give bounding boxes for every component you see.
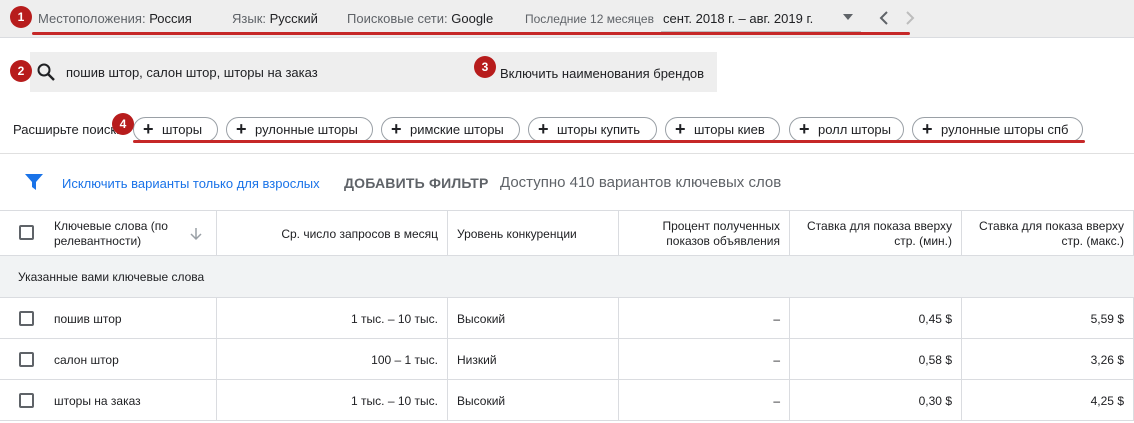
table-row[interactable]: пошив штор 1 тыс. – 10 тыс. Высокий – 0,… [0,298,1134,339]
group-label: Указанные вами ключевые слова [18,270,205,284]
filter-icon[interactable] [25,174,43,191]
searches-cell: 100 – 1 тыс. [217,339,448,380]
suggestion-chip[interactable]: + рулонные шторы спб [912,117,1083,142]
language-filter[interactable]: Язык: Русский [232,11,318,26]
suggestion-chip[interactable]: + шторы киев [665,117,780,142]
brand-names-toggle[interactable]: Включить наименования брендов [500,66,704,81]
chevron-left-icon[interactable] [876,9,892,27]
chip-label: шторы купить [557,122,641,137]
chip-label: шторы [162,122,203,137]
annotation-badge: 1 [10,6,32,28]
section-divider [0,153,1134,154]
suggestion-chip[interactable]: + римские шторы [381,117,520,142]
chevron-right-icon[interactable] [902,9,918,27]
search-icon[interactable] [36,62,56,82]
location-label: Местоположения: [38,11,146,26]
chip-label: римские шторы [410,122,504,137]
keyword-cell: пошив штор [0,298,217,339]
table-header-row: Ключевые слова (по релевантности) Ср. чи… [0,210,1134,257]
sort-arrow-icon[interactable] [190,227,202,241]
impression-share-cell: – [619,339,790,380]
exclude-adult-link[interactable]: Исключить варианты только для взрослых [62,176,320,191]
suggestion-chip[interactable]: + рулонные шторы [226,117,373,142]
bid-low-cell: 0,30 $ [790,380,962,421]
table-row[interactable]: салон штор 100 – 1 тыс. Низкий – 0,58 $ … [0,339,1134,380]
location-filter[interactable]: Местоположения: Россия [38,11,192,26]
period-label: Последние 12 месяцев [525,12,654,26]
keyword-column-header[interactable]: Ключевые слова (по релевантности) [0,211,217,257]
chevron-down-icon[interactable] [843,14,853,20]
impression-share-cell: – [619,298,790,339]
keyword-text: шторы на заказ [54,393,141,408]
annotation-badge: 2 [10,60,32,82]
expand-search-label: Расширьте поиск: [13,122,120,137]
searches-cell: 1 тыс. – 10 тыс. [217,298,448,339]
chip-label: ролл шторы [818,122,891,137]
competition-column-header[interactable]: Уровень конкуренции [448,211,619,257]
available-count: Доступно 410 вариантов ключевых слов [500,174,782,191]
row-checkbox[interactable] [19,352,34,367]
networks-filter[interactable]: Поисковые сети: Google [347,11,493,26]
competition-cell: Низкий [448,339,619,380]
keyword-table: Ключевые слова (по релевантности) Ср. чи… [0,210,1134,421]
annotation-badge: 4 [112,113,134,135]
searches-cell: 1 тыс. – 10 тыс. [217,380,448,421]
networks-label: Поисковые сети: [347,11,448,26]
bid-high-cell: 3,26 $ [962,339,1134,380]
suggestion-chip[interactable]: + шторы [133,117,218,142]
annotation-underline [133,140,1085,143]
keyword-text: пошив штор [54,311,122,326]
competition-cell: Высокий [448,380,619,421]
plus-icon: + [922,119,933,139]
competition-cell: Высокий [448,298,619,339]
keyword-cell: салон штор [0,339,217,380]
bid-high-cell: 5,59 $ [962,298,1134,339]
chip-label: рулонные шторы [255,122,358,137]
bid-high-column-header[interactable]: Ставка для показа вверху стр. (макс.) [962,211,1134,257]
plus-icon: + [143,119,154,139]
annotation-badge: 3 [474,56,496,78]
bid-low-column-header[interactable]: Ставка для показа вверху стр. (мин.) [790,211,962,257]
bid-low-cell: 0,58 $ [790,339,962,380]
language-value: Русский [269,11,318,26]
search-input[interactable]: пошив штор, салон штор, шторы на заказ [66,65,318,80]
add-filter-button[interactable]: ДОБАВИТЬ ФИЛЬТР [344,175,489,191]
keyword-column-label: Ключевые слова (по релевантности) [54,219,168,248]
keyword-cell: шторы на заказ [0,380,217,421]
suggestion-chip[interactable]: + ролл шторы [789,117,904,142]
row-checkbox[interactable] [19,311,34,326]
networks-value: Google [451,11,494,26]
annotation-underline [32,32,910,35]
plus-icon: + [675,119,686,139]
language-label: Язык: [232,11,266,26]
row-checkbox[interactable] [19,393,34,408]
chip-label: шторы киев [694,122,765,137]
keyword-text: салон штор [54,352,119,367]
period-select[interactable]: сент. 2018 г. – авг. 2019 г. [663,11,813,26]
select-all-checkbox[interactable] [19,225,34,240]
plus-icon: + [236,119,247,139]
bid-high-cell: 4,25 $ [962,380,1134,421]
plus-icon: + [799,119,810,139]
plus-icon: + [391,119,402,139]
searches-column-header[interactable]: Ср. число запросов в месяц [217,211,448,257]
chip-label: рулонные шторы спб [941,122,1069,137]
impression-share-cell: – [619,380,790,421]
group-header-row: Указанные вами ключевые слова [0,256,1134,298]
impression-share-column-header[interactable]: Процент полученных показов объявления [619,211,790,257]
location-value: Россия [149,11,192,26]
table-row[interactable]: шторы на заказ 1 тыс. – 10 тыс. Высокий … [0,380,1134,421]
bid-low-cell: 0,45 $ [790,298,962,339]
suggestion-chip[interactable]: + шторы купить [528,117,657,142]
plus-icon: + [538,119,549,139]
